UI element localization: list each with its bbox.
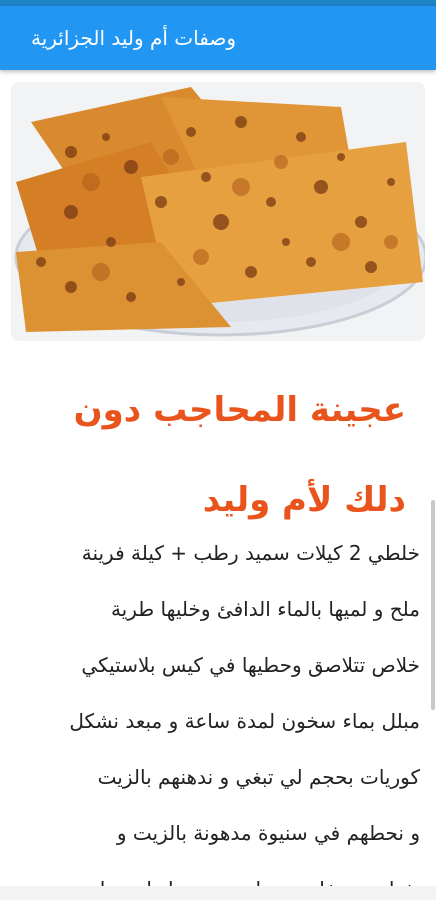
recipe-line: كوريات بحجم لي تبغي و ندهنهم بالزيت bbox=[97, 765, 420, 789]
recipe-content[interactable]: عجينة المحاجب دون دلك لأم وليد خلطي 2 كي… bbox=[0, 70, 436, 900]
app-bar: وصفات أم وليد الجزائرية bbox=[0, 6, 436, 70]
recipe-line: مبلل بماء سخون لمدة ساعة و مبعد نشكل bbox=[69, 709, 420, 733]
recipe-image bbox=[11, 82, 425, 341]
scrollbar[interactable] bbox=[431, 70, 436, 900]
recipe-line: خلاص تتلاصق وحطيها في كيس بلاستيكي bbox=[81, 653, 420, 677]
recipe-line: ملح و لميها بالماء الدافئ وخليها طرية bbox=[110, 597, 420, 621]
bottom-edge bbox=[0, 886, 436, 900]
recipe-line: و نحطهم في سنيوة مدهونة بالزيت و bbox=[116, 821, 420, 845]
scrollbar-thumb[interactable] bbox=[431, 500, 435, 710]
recipe-title: عجينة المحاجب دون دلك لأم وليد bbox=[73, 390, 406, 520]
msemen-photo-icon bbox=[11, 82, 425, 341]
recipe-body: خلطي 2 كيلات سميد رطب + كيلة فرينة ملح و… bbox=[14, 525, 420, 900]
app-title: وصفات أم وليد الجزائرية bbox=[30, 26, 236, 50]
recipe-line: خلطي 2 كيلات سميد رطب + كيلة فرينة bbox=[81, 541, 420, 565]
